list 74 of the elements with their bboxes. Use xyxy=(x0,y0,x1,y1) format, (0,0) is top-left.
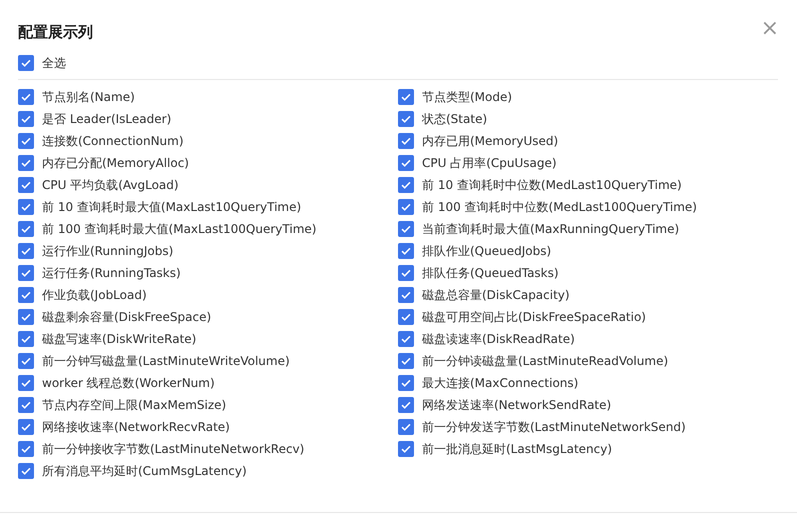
column-option-label: CPU 平均负载(AvgLoad) xyxy=(42,176,179,194)
checkbox[interactable] xyxy=(398,111,414,127)
column-option-label: 排队作业(QueuedJobs) xyxy=(422,242,552,260)
column-option-label: 内存已分配(MemoryAlloc) xyxy=(42,154,189,172)
checkbox[interactable] xyxy=(398,89,414,105)
column-option-label: 最大连接(MaxConnections) xyxy=(422,374,578,392)
checkbox[interactable] xyxy=(18,419,34,435)
column-option-label: 节点别名(Name) xyxy=(42,88,135,106)
column-option-label: 磁盘读速率(DiskReadRate) xyxy=(422,330,575,348)
column-option-label: 前一分钟写磁盘量(LastMinuteWriteVolume) xyxy=(42,352,290,370)
column-option-label: 网络发送速率(NetworkSendRate) xyxy=(422,396,612,414)
column-option-label: 磁盘可用空间占比(DiskFreeSpaceRatio) xyxy=(422,308,646,326)
checkbox[interactable] xyxy=(18,89,34,105)
column-option-label: 节点类型(Mode) xyxy=(422,88,512,106)
checkbox[interactable] xyxy=(18,287,34,303)
checkbox[interactable] xyxy=(18,265,34,281)
checkbox[interactable] xyxy=(18,309,34,325)
checkbox[interactable] xyxy=(398,287,414,303)
checkbox[interactable] xyxy=(18,199,34,215)
checkbox[interactable] xyxy=(398,331,414,347)
column-option-label: 当前查询耗时最大值(MaxRunningQueryTime) xyxy=(422,220,680,238)
column-option-label: 网络接收速率(NetworkRecvRate) xyxy=(42,418,230,436)
checkbox[interactable] xyxy=(398,265,414,281)
column-option-label: 状态(State) xyxy=(422,110,488,128)
select-all-label: 全选 xyxy=(42,54,66,72)
column-option-label: 前 10 查询耗时最大值(MaxLast10QueryTime) xyxy=(42,198,302,216)
column-option-label: 所有消息平均延时(CumMsgLatency) xyxy=(42,462,247,480)
checkbox[interactable] xyxy=(398,375,414,391)
column-option-label: 磁盘剩余容量(DiskFreeSpace) xyxy=(42,308,212,326)
column-option-label: 运行作业(RunningJobs) xyxy=(42,242,174,260)
checkbox[interactable] xyxy=(398,133,414,149)
checkbox[interactable] xyxy=(398,243,414,259)
checkbox[interactable] xyxy=(18,331,34,347)
checkbox[interactable] xyxy=(18,111,34,127)
checkbox[interactable] xyxy=(398,199,414,215)
column-option-label: 是否 Leader(IsLeader) xyxy=(42,110,172,128)
checkbox[interactable] xyxy=(18,133,34,149)
checkbox[interactable] xyxy=(18,177,34,193)
checkbox[interactable] xyxy=(18,441,34,457)
column-option-label: 前一分钟读磁盘量(LastMinuteReadVolume) xyxy=(422,352,668,370)
column-option-label: 前 100 查询耗时中位数(MedLast100QueryTime) xyxy=(422,198,697,216)
column-option-label: 磁盘写速率(DiskWriteRate) xyxy=(42,330,196,348)
column-option-label: 前一分钟发送字节数(LastMinuteNetworkSend) xyxy=(422,418,686,436)
column-option-label: CPU 占用率(CpuUsage) xyxy=(422,154,557,172)
checkbox[interactable] xyxy=(18,221,34,237)
close-button[interactable]: × xyxy=(754,18,785,40)
checkbox[interactable] xyxy=(18,55,34,71)
column-option-label: 连接数(ConnectionNum) xyxy=(42,132,184,150)
checkbox[interactable] xyxy=(398,155,414,171)
dialog-title: 配置展示列 xyxy=(18,22,93,42)
checkbox[interactable] xyxy=(18,463,34,479)
checkbox[interactable] xyxy=(398,397,414,413)
checkbox[interactable] xyxy=(398,353,414,369)
column-option-label: 前 100 查询耗时最大值(MaxLast100QueryTime) xyxy=(42,220,316,238)
checkbox[interactable] xyxy=(398,221,414,237)
column-option-label: 作业负载(JobLoad) xyxy=(42,286,147,304)
column-option-label: 磁盘总容量(DiskCapacity) xyxy=(422,286,570,304)
column-option-label: 前一批消息延时(LastMsgLatency) xyxy=(422,440,612,458)
column-option-label: 节点内存空间上限(MaxMemSize) xyxy=(42,396,226,414)
checkbox[interactable] xyxy=(398,309,414,325)
column-option-label: worker 线程总数(WorkerNum) xyxy=(42,374,215,392)
checkbox[interactable] xyxy=(18,375,34,391)
column-option-label: 前 10 查询耗时中位数(MedLast10QueryTime) xyxy=(422,176,682,194)
column-option-label: 运行任务(RunningTasks) xyxy=(42,264,181,282)
column-option-label: 排队任务(QueuedTasks) xyxy=(422,264,559,282)
checkbox[interactable] xyxy=(18,397,34,413)
checkbox[interactable] xyxy=(398,419,414,435)
checkbox[interactable] xyxy=(18,155,34,171)
column-option-label: 内存已用(MemoryUsed) xyxy=(422,132,558,150)
column-option-label: 前一分钟接收字节数(LastMinuteNetworkRecv) xyxy=(42,440,304,458)
checkbox[interactable] xyxy=(398,441,414,457)
checkbox[interactable] xyxy=(398,177,414,193)
checkbox[interactable] xyxy=(18,353,34,369)
checkbox[interactable] xyxy=(18,243,34,259)
